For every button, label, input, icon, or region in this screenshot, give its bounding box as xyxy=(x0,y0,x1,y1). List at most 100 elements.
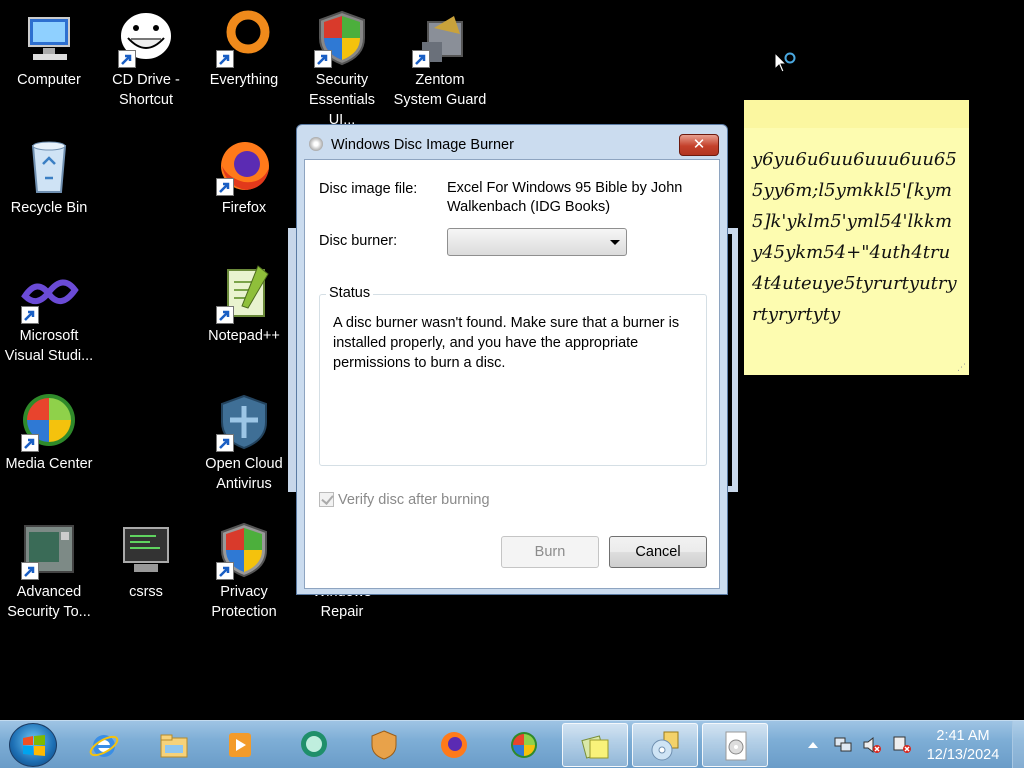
desktop-icon-open-cloud-antivirus[interactable]: Open Cloud Antivirus xyxy=(195,392,293,494)
recycle-bin-icon xyxy=(19,136,79,196)
status-message: A disc burner wasn't found. Make sure th… xyxy=(333,315,680,371)
media-player-icon xyxy=(229,733,251,757)
desktop-icon-label: Computer xyxy=(17,72,81,88)
show-hidden-icons-button[interactable] xyxy=(803,735,823,755)
shortcut-arrow-icon xyxy=(216,434,234,452)
desktop-icon-cd-drive-shortcut[interactable]: CD Drive - Shortcut xyxy=(97,8,195,110)
dialog-title-bar[interactable]: Windows Disc Image Burner ✕ xyxy=(297,125,727,159)
taskbar-media-player[interactable] xyxy=(212,723,268,767)
taskbar: 2:41 AM 12/13/2024 xyxy=(0,720,1024,768)
desktop-icon-csrss[interactable]: csrss xyxy=(97,520,195,602)
desktop-icon-privacy-protection[interactable]: Privacy Protection xyxy=(195,520,293,622)
shortcut-arrow-icon xyxy=(412,50,430,68)
desktop-icon-advanced-security-tool[interactable]: Advanced Security To... xyxy=(0,520,98,622)
status-group: Status A disc burner wasn't found. Make … xyxy=(319,285,707,466)
disc-image-file-label: Disc image file: xyxy=(319,181,418,197)
desktop-icon-label: Notepad++ xyxy=(208,328,280,344)
firefox-icon xyxy=(441,732,467,758)
busy-cursor-icon xyxy=(774,51,798,76)
cloud-antivirus-shield-icon xyxy=(214,392,274,452)
checkbox-checked-icon xyxy=(319,492,334,507)
desktop-icon-everything[interactable]: Everything xyxy=(195,8,293,90)
desktop-icon-label: Privacy Protection xyxy=(211,584,277,620)
taskbar-disc-burner[interactable] xyxy=(632,723,698,767)
taskbar-shield-app[interactable] xyxy=(356,723,412,767)
volume-muted-icon[interactable] xyxy=(862,735,882,755)
desktop-icon-visual-studio[interactable]: Microsoft Visual Studi... xyxy=(0,264,98,366)
desktop-icon-notepad-plus-plus[interactable]: Notepad++ xyxy=(195,264,293,346)
notepad-plus-plus-icon xyxy=(214,264,274,324)
disc-burner-icon xyxy=(651,731,679,761)
cancel-button[interactable]: Cancel xyxy=(609,536,707,568)
sticky-note-text[interactable]: y6yu6u6uu6uuu6uu655yy6m;l5ymkkl5'[kym5]k… xyxy=(744,128,969,330)
shortcut-arrow-icon xyxy=(216,562,234,580)
taskbar-firefox[interactable] xyxy=(426,723,482,767)
desktop-icon-security-essentials[interactable]: Security Essentials UI... xyxy=(293,8,391,130)
action-center-alert-icon[interactable] xyxy=(892,735,912,755)
desktop-icon-firefox[interactable]: Firefox xyxy=(195,136,293,218)
disc-image-icon xyxy=(725,731,747,761)
shortcut-arrow-icon xyxy=(216,178,234,196)
shortcut-arrow-icon xyxy=(21,562,39,580)
computer-icon xyxy=(19,8,79,68)
status-group-title: Status xyxy=(326,285,374,301)
shortcut-arrow-icon xyxy=(118,50,136,68)
everything-search-icon xyxy=(214,8,274,68)
media-center-icon xyxy=(511,732,537,758)
shortcut-arrow-icon xyxy=(21,434,39,452)
security-essentials-shield-icon xyxy=(312,8,372,68)
desktop-icon-recycle-bin[interactable]: Recycle Bin xyxy=(0,136,98,218)
dialog-title: Windows Disc Image Burner xyxy=(331,137,514,153)
desktop-icon-label: csrss xyxy=(129,584,163,600)
desktop-icon-media-center[interactable]: Media Center xyxy=(0,392,98,474)
taskbar-sticky-notes[interactable] xyxy=(562,723,628,767)
disc-burner-dropdown[interactable] xyxy=(447,228,627,256)
desktop-icon-label: Recycle Bin xyxy=(10,200,88,216)
desktop-icon-label: CD Drive - Shortcut xyxy=(112,72,180,108)
show-desktop-button[interactable] xyxy=(1012,721,1024,768)
taskbar-disc-image[interactable] xyxy=(702,723,768,767)
desktop-icon-label: Firefox xyxy=(221,200,267,216)
shield-app-icon xyxy=(371,730,397,760)
burn-button[interactable]: Burn xyxy=(501,536,599,568)
windows-logo-icon xyxy=(23,735,45,756)
network-icon[interactable] xyxy=(833,735,853,755)
resize-grip-icon[interactable]: ⋰ xyxy=(957,362,966,373)
windows-explorer-icon xyxy=(160,734,188,758)
taskbar-media-center[interactable] xyxy=(496,723,552,767)
computer-terminal-icon xyxy=(116,520,176,580)
disc-burner-label: Disc burner: xyxy=(319,233,398,249)
chevron-down-icon xyxy=(610,240,620,245)
shortcut-arrow-icon xyxy=(216,306,234,324)
desktop-icon-label: Zentom System Guard xyxy=(393,72,487,108)
desktop-icon-computer[interactable]: Computer xyxy=(0,8,98,90)
desktop-icon-label: Microsoft Visual Studi... xyxy=(4,328,94,364)
security-tool-icon xyxy=(19,520,79,580)
shortcut-arrow-icon xyxy=(21,306,39,324)
visual-studio-icon xyxy=(19,264,79,324)
zentom-gear-icon xyxy=(410,8,470,68)
disc-image-burner-dialog[interactable]: Windows Disc Image Burner ✕ Disc image f… xyxy=(296,124,728,595)
desktop-icon-label: Media Center xyxy=(5,456,93,472)
taskbar-internet-explorer[interactable] xyxy=(76,723,132,767)
desktop-icon-label: Advanced Security To... xyxy=(7,584,91,620)
start-button[interactable] xyxy=(9,723,57,767)
clock-time: 2:41 AM xyxy=(936,728,990,744)
taskbar-windows-explorer[interactable] xyxy=(146,723,202,767)
disc-image-file-value: Excel For Windows 95 Bible by John Walke… xyxy=(447,180,683,215)
shortcut-arrow-icon xyxy=(314,50,332,68)
desktop[interactable]: { "desktop": { "icons": [ {"label": "Com… xyxy=(0,0,1024,768)
disc-icon xyxy=(309,137,323,151)
verify-disc-label: Verify disc after burning xyxy=(338,492,490,508)
taskbar-chat-app[interactable] xyxy=(286,723,342,767)
dialog-content: Disc image file: Excel For Windows 95 Bi… xyxy=(304,159,720,589)
internet-explorer-icon xyxy=(89,735,119,757)
desktop-icon-label: Everything xyxy=(209,72,279,88)
desktop-icon-zentom-system-guard[interactable]: Zentom System Guard xyxy=(391,8,489,110)
desktop-icon-label: Open Cloud Antivirus xyxy=(205,456,283,492)
system-clock[interactable]: 2:41 AM 12/13/2024 xyxy=(922,727,1004,765)
sticky-note[interactable]: y6yu6u6uu6uuu6uu655yy6m;l5ymkkl5'[kym5]k… xyxy=(744,100,969,375)
chat-bubble-icon xyxy=(301,731,327,757)
close-button[interactable]: ✕ xyxy=(679,134,719,156)
verify-disc-checkbox[interactable]: Verify disc after burning xyxy=(319,492,490,508)
